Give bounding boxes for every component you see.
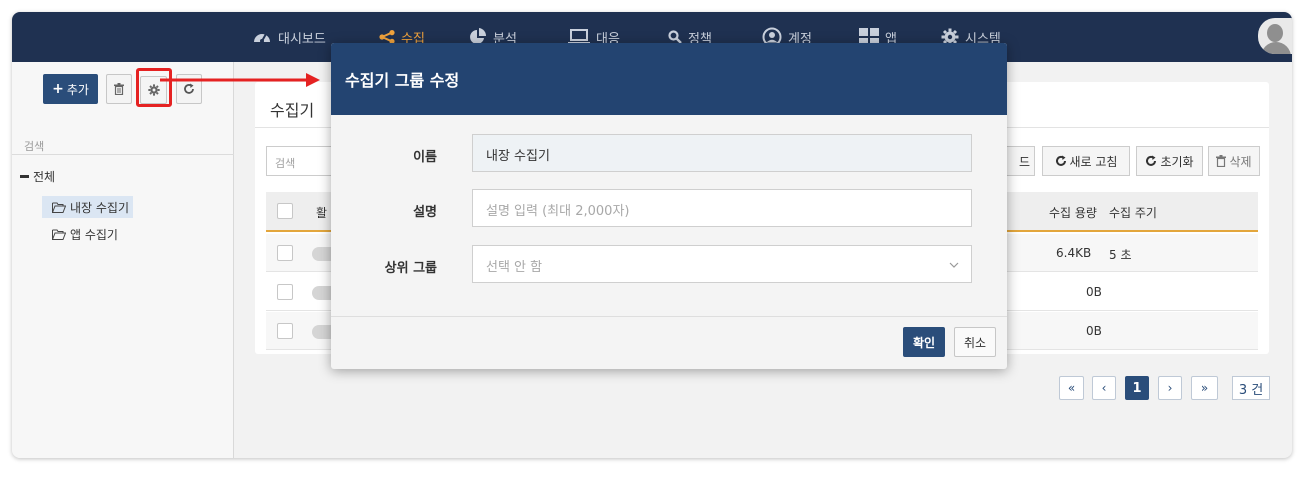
total-count: 3 건 (1232, 376, 1270, 400)
description-field[interactable]: 설명 입력 (최대 2,000자) (472, 189, 972, 227)
trash-icon (114, 83, 124, 95)
pager-current-page[interactable]: 1 (1125, 376, 1149, 400)
delete-button[interactable] (106, 74, 132, 104)
cell-size: 0B (1086, 324, 1102, 338)
name-field[interactable]: 내장 수집기 (472, 134, 972, 172)
folder-open-icon (52, 202, 66, 213)
nav-dashboard[interactable]: 대시보드 (252, 12, 326, 62)
cell-interval: 5 초 (1109, 248, 1132, 262)
refresh-list-button[interactable]: 새로 고침 (1042, 146, 1130, 176)
parent-group-value: 선택 안 함 (486, 260, 543, 275)
dialog-title: 수집기 그룹 수정 (345, 71, 460, 90)
description-label: 설명 (413, 205, 437, 220)
column-header-size[interactable]: 수집 용량 (1049, 204, 1097, 221)
pager-prev-button[interactable]: ‹ (1092, 376, 1116, 400)
page-title: 수집기 (270, 101, 315, 120)
pager-first-button[interactable]: « (1059, 376, 1084, 400)
delete-label: 삭제 (1229, 154, 1252, 169)
column-header-interval[interactable]: 수집 주기 (1109, 204, 1157, 221)
add-label: 추가 (66, 82, 89, 97)
search-icon (668, 30, 682, 44)
reset-button[interactable]: 초기화 (1136, 146, 1203, 176)
refresh-icon (1055, 155, 1066, 166)
pager-last-button[interactable]: » (1191, 376, 1218, 400)
refresh-icon (1146, 155, 1157, 166)
confirm-button[interactable]: 확인 (903, 327, 945, 357)
tree-item-builtin[interactable]: 내장 수집기 (42, 196, 134, 218)
refresh-label: 새로 고침 (1069, 154, 1118, 169)
cancel-button[interactable]: 취소 (954, 327, 996, 357)
pager-next-button[interactable]: › (1158, 376, 1182, 400)
trash-icon (1216, 155, 1227, 167)
divider (12, 154, 234, 155)
partial-button[interactable]: 드 (1005, 146, 1035, 176)
avatar-body (1261, 42, 1291, 54)
nav-label: 대시보드 (278, 31, 326, 47)
annotation-arrow (160, 73, 320, 87)
tree-item-label: 내장 수집기 (70, 200, 130, 215)
dashboard-icon (254, 33, 270, 43)
sidebar: + 추가 검색 전체 내장 수집기 앱 수집기 (12, 62, 234, 458)
row-checkbox[interactable] (277, 323, 293, 339)
add-button[interactable]: + 추가 (43, 74, 98, 104)
select-all-checkbox[interactable] (277, 203, 293, 219)
row-checkbox[interactable] (277, 245, 293, 261)
plus-icon: + (52, 81, 64, 97)
collapse-icon (20, 175, 29, 178)
edit-group-dialog: 수집기 그룹 수정 이름 내장 수집기 설명 설명 입력 (최대 2,000자)… (331, 43, 1007, 369)
share-icon (379, 30, 395, 44)
divider (331, 316, 1007, 317)
reset-label: 초기화 (1160, 154, 1194, 169)
tree-root[interactable]: 전체 (20, 168, 55, 185)
dialog-header: 수집기 그룹 수정 (331, 43, 1007, 115)
avatar[interactable] (1258, 18, 1292, 54)
avatar-head (1267, 24, 1283, 42)
sidebar-search-input[interactable]: 검색 (24, 138, 44, 154)
row-checkbox[interactable] (277, 284, 293, 300)
parent-group-select[interactable]: 선택 안 함 (472, 245, 972, 283)
column-header-active[interactable]: 활 (316, 204, 327, 221)
cell-size: 6.4KB (1056, 246, 1092, 260)
delete-list-button[interactable]: 삭제 (1208, 146, 1260, 176)
parent-group-label: 상위 그룹 (384, 261, 437, 276)
tree-root-label: 전체 (33, 170, 56, 184)
cell-size: 0B (1086, 285, 1102, 299)
tree-item-label: 앱 수집기 (70, 227, 118, 242)
chevron-down-icon (949, 262, 959, 268)
folder-open-icon (52, 229, 66, 240)
tree-item-app[interactable]: 앱 수집기 (42, 223, 122, 245)
name-label: 이름 (413, 150, 437, 165)
partial-button-label: 드 (1018, 154, 1030, 169)
